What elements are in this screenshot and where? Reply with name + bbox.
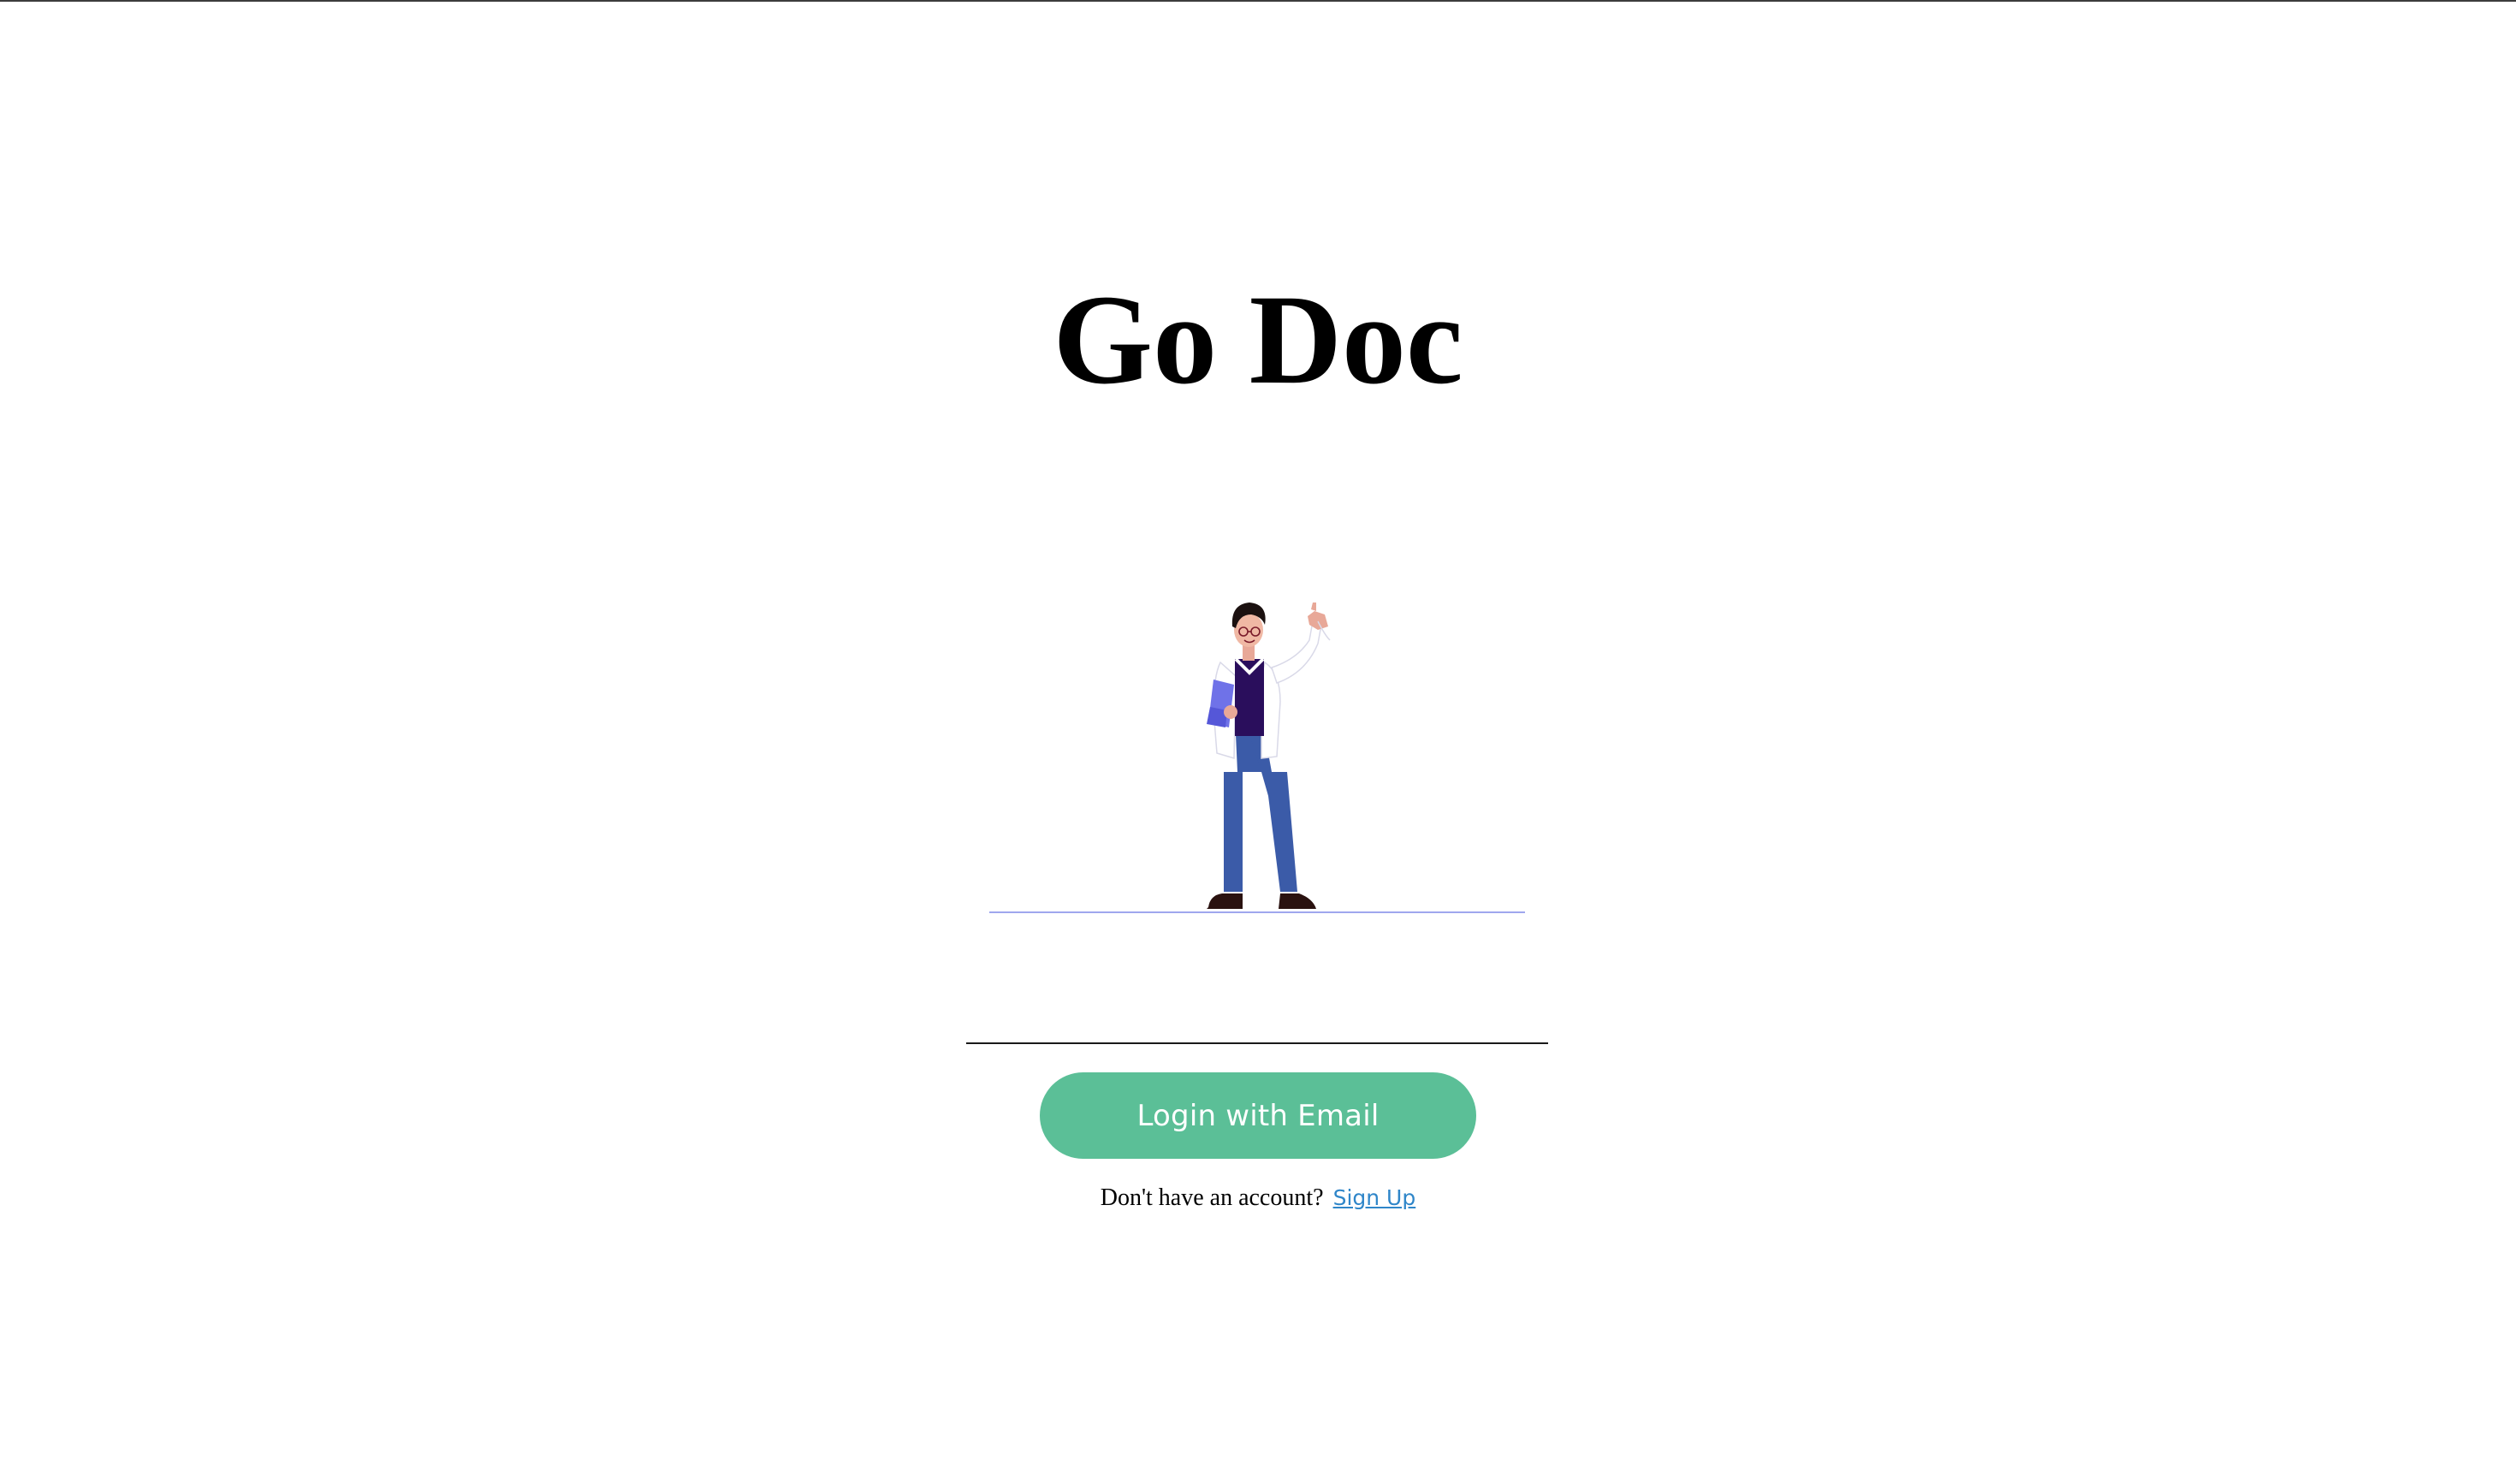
window-corner [0,1463,21,1484]
signup-prompt-line: Don't have an account? Sign Up [0,1181,2516,1215]
login-page: Go Doc Login with Email Don't have an ac… [0,2,2516,1484]
raised-arm [1271,620,1322,684]
email-input[interactable] [966,1042,1548,1044]
app-title: Go Doc [1053,269,1463,411]
browser-window: Go Doc Login with Email Don't have an ac… [0,0,2516,1484]
doctor-waving-illustration [989,603,1525,913]
sign-up-link[interactable]: Sign Up [1333,1185,1416,1210]
left-shoe [1207,893,1243,909]
signup-prompt-text: Don't have an account? [1100,1184,1324,1211]
login-with-email-button[interactable]: Login with Email [1040,1072,1476,1159]
right-shoe [1279,893,1316,909]
waving-hand [1308,611,1328,630]
